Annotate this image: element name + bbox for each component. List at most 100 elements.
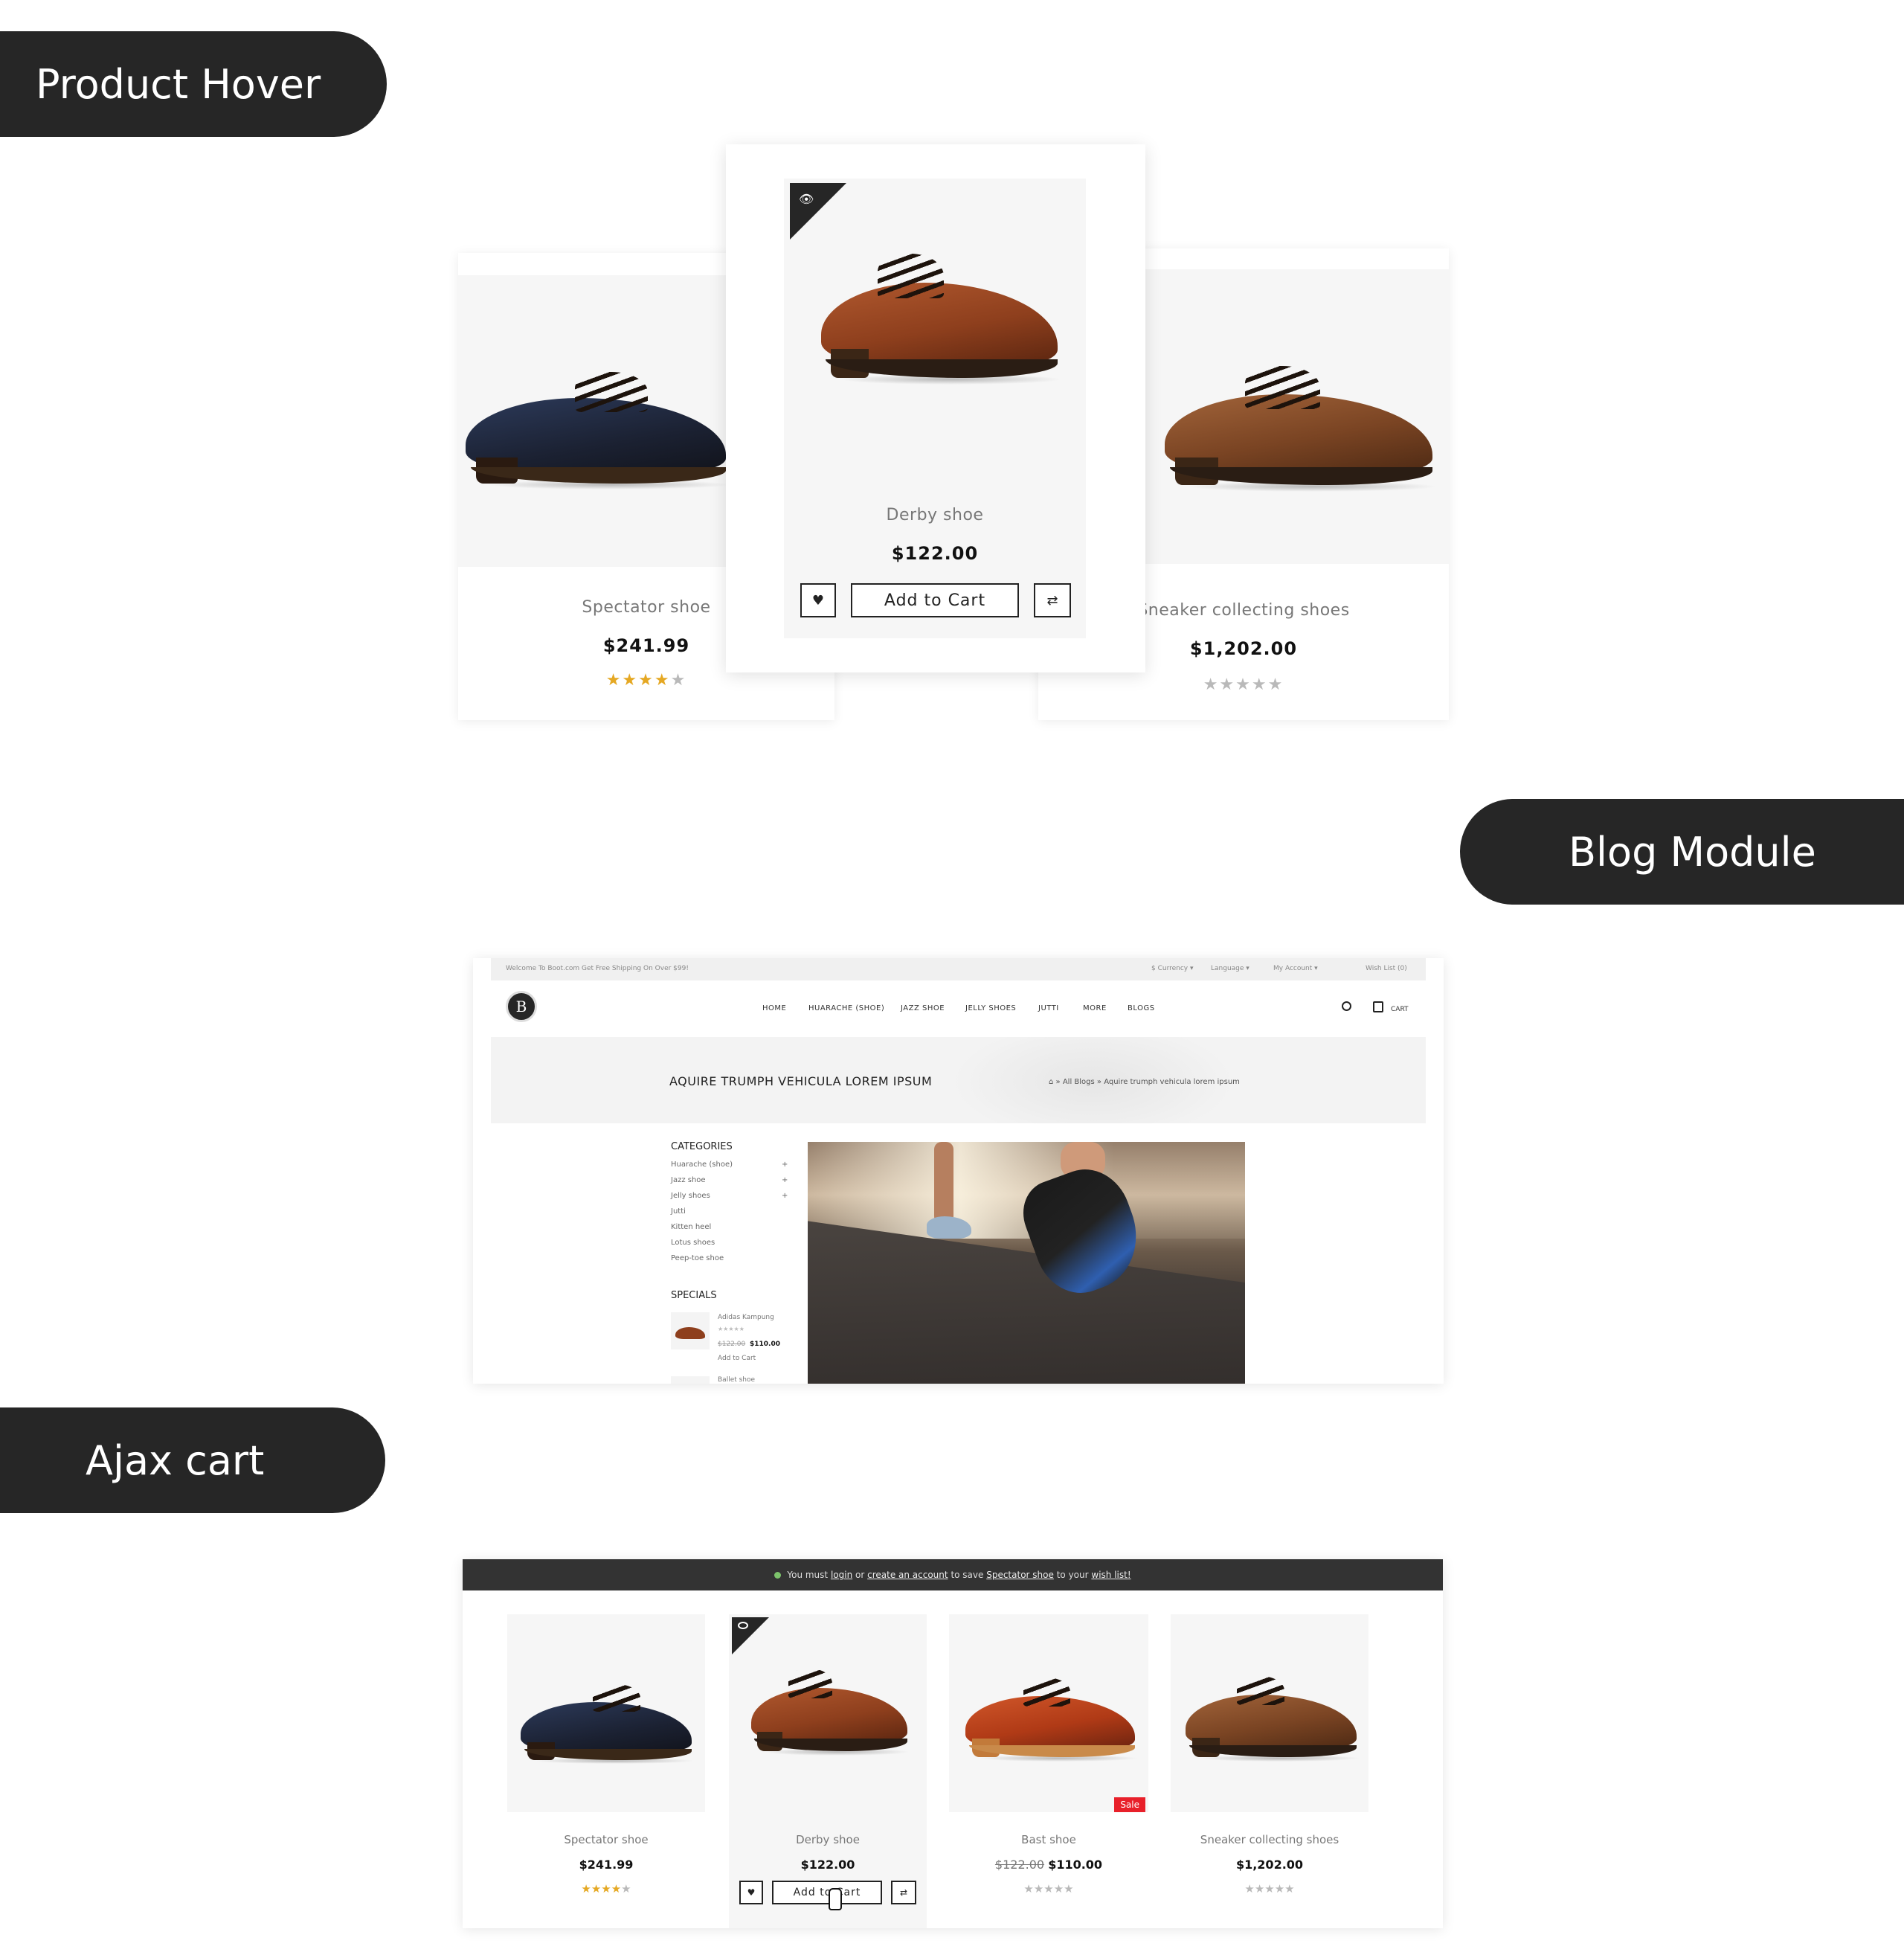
category-item[interactable]: Huarache (shoe) — [671, 1161, 733, 1169]
compare-icon: ⇄ — [1046, 592, 1058, 609]
breadcrumb[interactable]: ⌂ » All Blogs » Aquire trumph vehicula l… — [1049, 1078, 1240, 1086]
create-account-link[interactable]: create an account — [867, 1570, 948, 1580]
login-link[interactable]: login — [831, 1570, 852, 1580]
expand-icon[interactable]: + — [782, 1176, 788, 1184]
top-bar: Welcome To Boot.com Get Free Shipping On… — [491, 958, 1426, 980]
eye-icon[interactable]: 👁 — [799, 192, 814, 206]
product-image[interactable] — [1144, 269, 1449, 564]
product-name[interactable]: Spectator shoe — [507, 1833, 705, 1846]
expand-icon[interactable]: + — [782, 1161, 788, 1169]
check-icon — [774, 1571, 782, 1579]
category-item[interactable]: Peep-toe shoe — [671, 1254, 724, 1262]
product-price: $241.99 — [579, 1858, 634, 1872]
product-price: $122.00 — [800, 1858, 855, 1872]
shoe-image — [1186, 1671, 1360, 1762]
category-item[interactable]: Jelly shoes — [671, 1192, 710, 1200]
categories-heading: CATEGORIES — [671, 1141, 733, 1152]
product-image[interactable] — [507, 1614, 705, 1812]
next-special-thumb[interactable] — [671, 1376, 710, 1384]
product-price: $122.00 $110.00 — [949, 1858, 1148, 1872]
special-add-to-cart[interactable]: Add to Cart — [718, 1355, 756, 1362]
product-image[interactable] — [458, 275, 733, 567]
search-icon[interactable] — [1342, 1001, 1351, 1011]
cart-label[interactable]: CART — [1391, 1006, 1409, 1013]
product-price: $1,202.00 — [1235, 1858, 1304, 1872]
product-name[interactable]: Bast shoe — [949, 1833, 1148, 1846]
shoe-image — [1165, 359, 1438, 492]
category-item[interactable]: Kitten heel — [671, 1223, 711, 1231]
nav-blogs[interactable]: BLOGS — [1128, 1004, 1155, 1012]
product-image[interactable] — [1171, 1614, 1368, 1812]
stars-empty: ★★★★★ — [1023, 1882, 1074, 1895]
product-hover-panel[interactable]: Derby shoe $122.00 ♥ Add to Cart ⇄ — [729, 1614, 927, 1928]
nav-more[interactable]: MORE — [1083, 1004, 1107, 1012]
section-title: Blog Module — [1569, 828, 1816, 876]
hand-cursor-icon — [829, 1888, 842, 1910]
add-to-cart-button[interactable]: Add to Cart — [851, 583, 1019, 617]
shoe-image — [466, 365, 731, 489]
ajax-cart-preview: You must login or create an account to s… — [463, 1559, 1443, 1928]
next-special-name[interactable]: Ballet shoe — [718, 1376, 755, 1384]
wishlist-link[interactable]: Wish List (0) — [1366, 965, 1407, 972]
wishlist-link[interactable]: wish list! — [1091, 1570, 1130, 1580]
product-link[interactable]: Spectator shoe — [986, 1570, 1054, 1580]
special-thumb[interactable] — [671, 1312, 710, 1349]
category-item[interactable]: Lotus shoes — [671, 1239, 715, 1247]
shoe-image — [965, 1672, 1139, 1762]
heart-icon: ♥ — [747, 1887, 756, 1898]
notice-text: to save — [951, 1570, 984, 1580]
blog-featured-image[interactable] — [808, 1142, 1245, 1384]
rating-stars: ★★★★★ — [949, 1882, 1148, 1895]
stars-empty: ★ — [670, 671, 687, 690]
wishlist-notice: You must login or create an account to s… — [463, 1559, 1443, 1590]
product-card-derby-hovered[interactable]: 👁 Derby shoe $122.00 ♥ Add to Cart ⇄ — [726, 144, 1145, 672]
special-stars: ★★★★★ — [718, 1326, 744, 1332]
rating-stars: ★★★★★ — [1171, 1882, 1368, 1895]
eye-icon[interactable] — [738, 1622, 748, 1629]
sale-badge: Sale — [1114, 1797, 1145, 1812]
cart-icon[interactable] — [1373, 1001, 1383, 1012]
product-hover-panel[interactable]: 👁 Derby shoe $122.00 ♥ Add to Cart ⇄ — [784, 179, 1086, 638]
language-select[interactable]: Language ▾ — [1211, 965, 1250, 972]
blog-title: AQUIRE TRUMPH VEHICULA LOREM IPSUM — [669, 1074, 933, 1088]
product-name[interactable]: Derby shoe — [729, 1833, 927, 1846]
currency-select[interactable]: $ Currency ▾ — [1151, 965, 1194, 972]
product-name[interactable]: Sneaker collecting shoes — [1171, 1833, 1368, 1846]
welcome-text: Welcome To Boot.com Get Free Shipping On… — [506, 965, 689, 972]
category-item[interactable]: Jutti — [671, 1207, 686, 1216]
product-price: $122.00 — [891, 543, 979, 564]
expand-icon[interactable]: + — [782, 1192, 788, 1200]
price-value: $110.00 — [1048, 1858, 1103, 1872]
nav-jelly[interactable]: JELLY SHOES — [965, 1004, 1016, 1012]
nav-huarache[interactable]: HUARACHE (SHOE) — [808, 1004, 884, 1012]
product-image[interactable]: Sale — [949, 1614, 1148, 1812]
stars-empty: ★★★★★ — [1203, 675, 1284, 694]
wishlist-button[interactable]: ♥ — [800, 583, 836, 617]
special-old-price: $122.00 — [718, 1341, 746, 1348]
section-label-product-hover: Product Hover — [0, 31, 387, 137]
account-menu[interactable]: My Account ▾ — [1273, 965, 1318, 972]
notice-text: to your — [1056, 1570, 1089, 1580]
notice-text: You must — [787, 1570, 829, 1580]
logo[interactable]: B — [506, 991, 537, 1022]
special-name[interactable]: Adidas Kampung — [718, 1314, 774, 1321]
section-label-ajax-cart: Ajax cart — [0, 1407, 385, 1513]
wishlist-button[interactable]: ♥ — [739, 1881, 763, 1904]
quickview-flag[interactable] — [732, 1617, 769, 1654]
old-price: $122.00 — [994, 1858, 1045, 1872]
rating-stars: ★★★★★ — [1038, 675, 1449, 694]
blog-page-preview: Welcome To Boot.com Get Free Shipping On… — [473, 958, 1444, 1384]
blog-banner: AQUIRE TRUMPH VEHICULA LOREM IPSUM ⌂ » A… — [491, 1037, 1426, 1123]
category-item[interactable]: Jazz shoe — [671, 1176, 706, 1184]
nav-home[interactable]: HOME — [762, 1004, 786, 1012]
nav-jutti[interactable]: JUTTI — [1038, 1004, 1059, 1012]
heart-icon: ♥ — [811, 592, 825, 609]
product-name[interactable]: Derby shoe — [784, 506, 1086, 524]
nav-jazz[interactable]: JAZZ SHOE — [901, 1004, 945, 1012]
compare-button[interactable]: ⇄ — [1034, 583, 1071, 617]
stars-filled: ★★★★ — [605, 671, 671, 690]
add-to-cart-button[interactable]: Add to Cart — [772, 1881, 882, 1904]
stars-empty: ★ — [621, 1882, 631, 1895]
section-title: Ajax cart — [86, 1436, 265, 1484]
compare-button[interactable]: ⇄ — [891, 1881, 916, 1904]
